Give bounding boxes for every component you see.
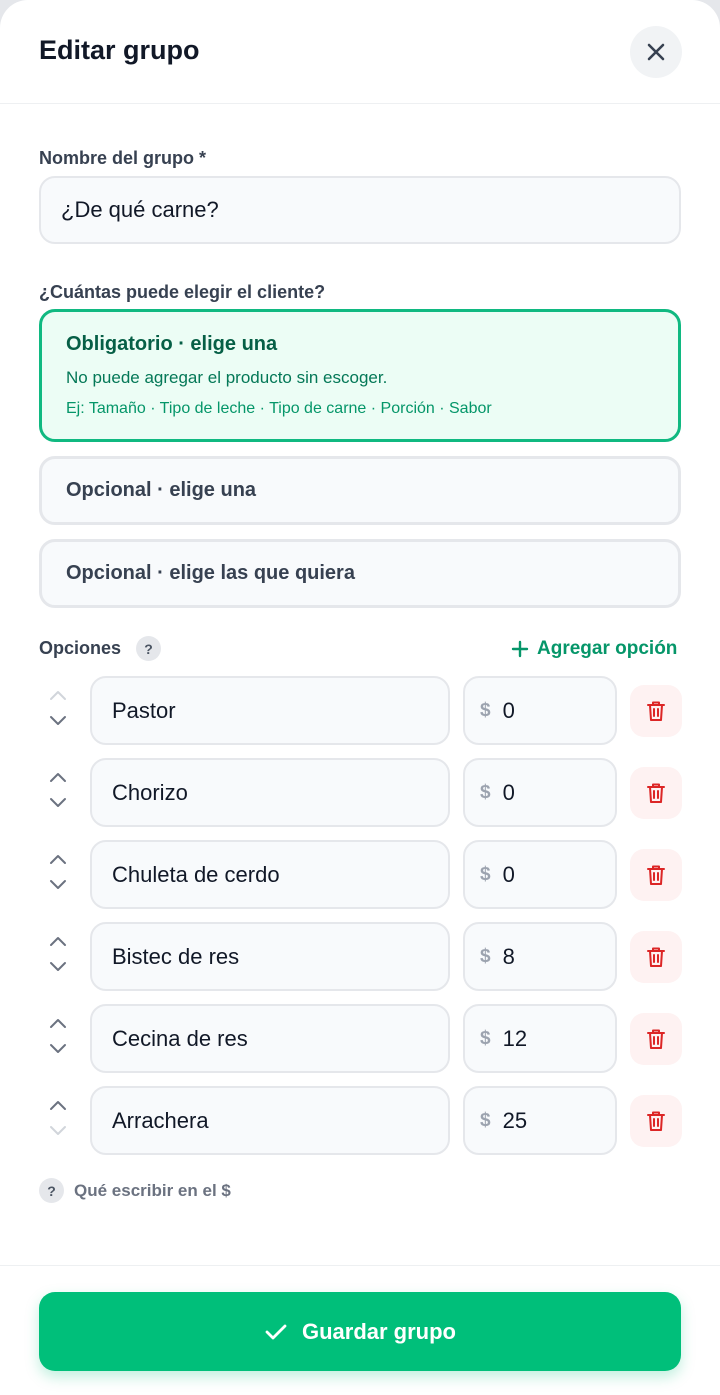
- move-up-icon: [50, 691, 66, 700]
- selection-label: ¿Cuántas puede elegir el cliente?: [39, 282, 326, 302]
- choice-title: Opcional · elige las que quiera: [66, 562, 355, 584]
- close-button[interactable]: [630, 26, 682, 78]
- page-title: Editar grupo: [39, 35, 200, 65]
- choice-optional-one[interactable]: Opcional · elige una: [39, 456, 681, 525]
- choice-title: Obligatorio · elige una: [66, 333, 278, 355]
- option-price-field[interactable]: $ 12: [463, 1004, 617, 1073]
- edit-group-sheet: Editar grupo Nombre del grupo * ¿Cuántas…: [0, 0, 720, 1395]
- currency-symbol: $: [480, 781, 491, 803]
- option-name-field[interactable]: Chuleta de cerdo: [90, 840, 450, 909]
- trash-icon: [647, 865, 665, 885]
- move-down-icon: [50, 1126, 66, 1135]
- option-name-field[interactable]: Cecina de res: [90, 1004, 450, 1073]
- option-price-field[interactable]: $ 0: [463, 676, 617, 745]
- option-price-field[interactable]: $ 0: [463, 758, 617, 827]
- move-down-icon[interactable]: [46, 1042, 70, 1056]
- choice-examples: Ej: Tamaño · Tipo de leche · Tipo de car…: [66, 400, 492, 417]
- option-name-field[interactable]: Arrachera: [90, 1086, 450, 1155]
- options-label: Opciones: [39, 638, 122, 658]
- reorder-controls: [46, 1094, 70, 1146]
- move-up-icon[interactable]: [46, 770, 70, 784]
- option-row: Chuleta de cerdo $ 0: [0, 840, 720, 910]
- reorder-controls: [46, 848, 70, 900]
- add-option-label: Agregar opción: [537, 638, 678, 659]
- check-icon: [265, 1324, 287, 1339]
- move-up-icon[interactable]: [46, 852, 70, 866]
- options-help-icon[interactable]: ?: [136, 636, 161, 661]
- trash-icon: [647, 783, 665, 803]
- option-row: Bistec de res $ 8: [0, 922, 720, 992]
- option-row: Arrachera $ 25: [0, 1086, 720, 1156]
- option-price-value: 0: [502, 779, 515, 805]
- close-icon: [647, 43, 665, 61]
- delete-option-button[interactable]: [630, 1013, 682, 1065]
- option-price-value: 25: [502, 1107, 528, 1133]
- choice-required-one[interactable]: Obligatorio · elige una No puede agregar…: [39, 309, 681, 442]
- delete-option-button[interactable]: [630, 685, 682, 737]
- move-down-icon[interactable]: [46, 878, 70, 892]
- price-help-link[interactable]: ? Qué escribir en el $: [39, 1178, 231, 1203]
- option-price-value: 8: [502, 943, 515, 969]
- reorder-controls: [46, 766, 70, 818]
- move-down-icon[interactable]: [46, 796, 70, 810]
- trash-icon: [647, 947, 665, 967]
- trash-icon: [647, 701, 665, 721]
- plus-icon: [511, 640, 529, 658]
- currency-symbol: $: [480, 699, 491, 721]
- move-up-icon[interactable]: [46, 1098, 70, 1112]
- reorder-controls: [46, 684, 70, 736]
- delete-option-button[interactable]: [630, 1095, 682, 1147]
- choice-description: No puede agregar el producto sin escoger…: [66, 368, 388, 387]
- reorder-controls: [46, 1012, 70, 1064]
- group-name-label: Nombre del grupo *: [39, 148, 207, 168]
- trash-icon: [647, 1029, 665, 1049]
- group-name-input[interactable]: [39, 176, 681, 244]
- save-group-label: Guardar grupo: [301, 1318, 456, 1344]
- currency-symbol: $: [480, 945, 491, 967]
- delete-option-button[interactable]: [630, 767, 682, 819]
- option-name-field[interactable]: Bistec de res: [90, 922, 450, 991]
- choice-optional-many[interactable]: Opcional · elige las que quiera: [39, 539, 681, 608]
- delete-option-button[interactable]: [630, 849, 682, 901]
- help-icon: ?: [39, 1178, 64, 1203]
- choice-title: Opcional · elige una: [66, 479, 257, 501]
- option-price-value: 12: [502, 1025, 528, 1051]
- option-row: Cecina de res $ 12: [0, 1004, 720, 1074]
- delete-option-button[interactable]: [630, 931, 682, 983]
- reorder-controls: [46, 930, 70, 982]
- currency-symbol: $: [480, 863, 491, 885]
- trash-icon: [647, 1111, 665, 1131]
- option-price-value: 0: [502, 697, 515, 723]
- save-group-button[interactable]: Guardar grupo: [39, 1292, 681, 1371]
- currency-symbol: $: [480, 1027, 491, 1049]
- move-down-icon[interactable]: [46, 960, 70, 974]
- sheet-header: Editar grupo: [0, 0, 720, 104]
- move-up-icon[interactable]: [46, 934, 70, 948]
- option-price-value: 0: [502, 861, 515, 887]
- option-name-field[interactable]: Pastor: [90, 676, 450, 745]
- option-price-field[interactable]: $ 25: [463, 1086, 617, 1155]
- currency-symbol: $: [480, 1109, 491, 1131]
- move-up-icon[interactable]: [46, 1016, 70, 1030]
- add-option-button[interactable]: Agregar opción: [511, 636, 677, 662]
- price-help-label: Qué escribir en el $: [74, 1180, 231, 1200]
- option-name-field[interactable]: Chorizo: [90, 758, 450, 827]
- option-price-field[interactable]: $ 8: [463, 922, 617, 991]
- sheet-footer: Guardar grupo: [0, 1265, 720, 1395]
- option-row: Pastor $ 0: [0, 676, 720, 746]
- option-price-field[interactable]: $ 0: [463, 840, 617, 909]
- move-down-icon[interactable]: [46, 714, 70, 728]
- option-row: Chorizo $ 0: [0, 758, 720, 828]
